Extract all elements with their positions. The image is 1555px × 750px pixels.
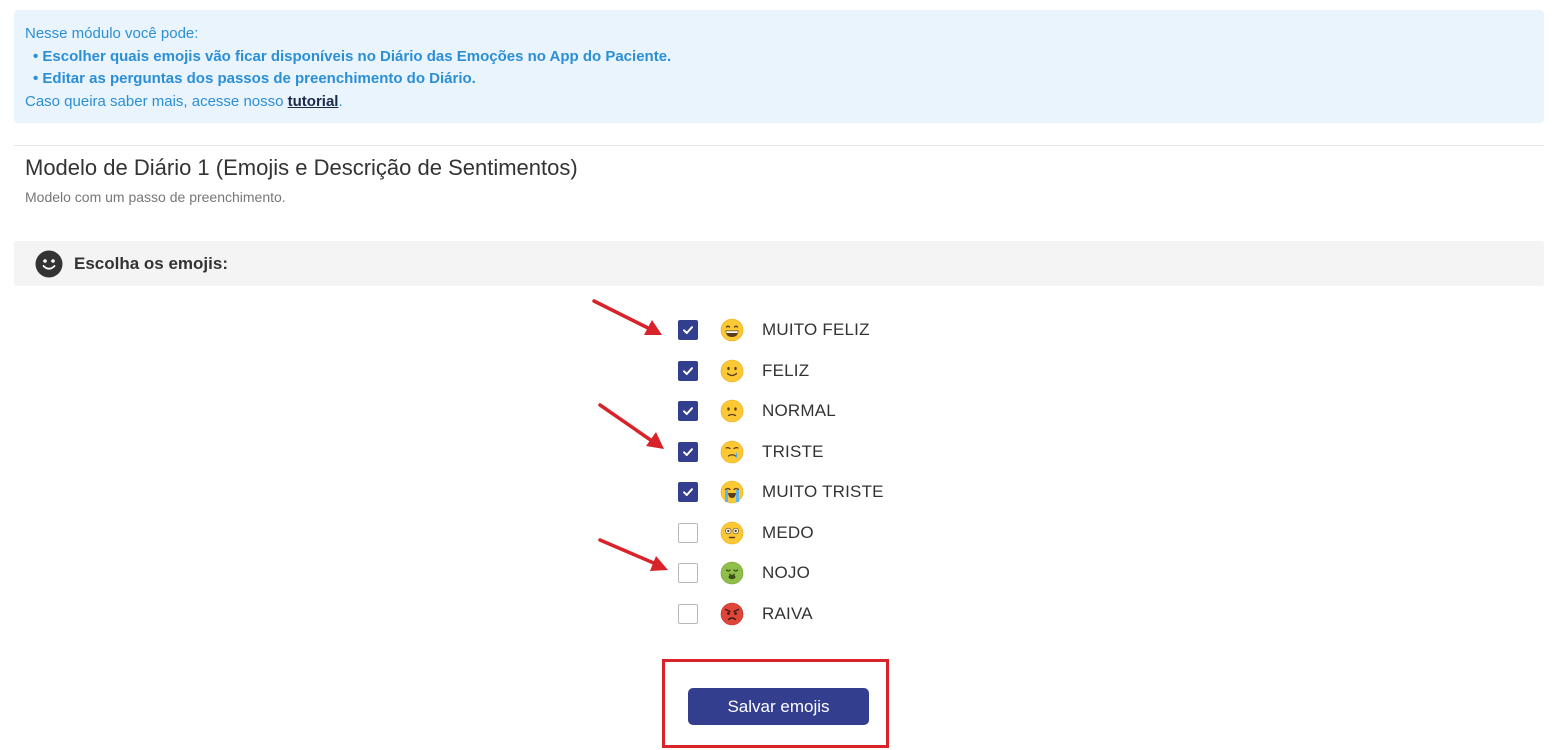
tutorial-link[interactable]: tutorial <box>288 93 339 110</box>
checkmark-icon <box>683 366 693 375</box>
loudly-crying-face-icon <box>720 480 744 504</box>
angry-face-icon <box>720 602 744 626</box>
emoji-row: MUITO TRISTE <box>678 472 884 513</box>
info-bullet: • Editar as perguntas dos passos de pree… <box>33 70 476 87</box>
info-bullet: • Escolher quais emojis vão ficar dispon… <box>33 47 672 65</box>
flushed-face-icon <box>720 521 744 545</box>
info-more: Caso queira saber mais, acesse nosso tut… <box>25 91 1533 114</box>
checkmark-icon <box>683 488 693 497</box>
annotation-arrow <box>592 299 662 335</box>
emoji-row: NOJO <box>678 553 884 594</box>
emoji-checkbox[interactable] <box>678 320 698 341</box>
emoji-checkbox[interactable] <box>678 441 698 462</box>
smiley-icon <box>35 250 63 277</box>
emoji-row: MEDO <box>678 513 884 554</box>
nauseated-face-icon <box>720 561 744 585</box>
emoji-label: MUITO FELIZ <box>762 320 870 340</box>
emoji-checkbox[interactable] <box>678 360 698 381</box>
emoji-label: FELIZ <box>762 360 810 380</box>
emoji-checkbox[interactable] <box>678 563 698 584</box>
info-more-prefix: Caso queira saber mais, acesse nosso <box>25 92 288 110</box>
emoji-section-header: Escolha os emojis: <box>14 241 1544 286</box>
section-title: Escolha os emojis: <box>74 253 228 273</box>
emoji-row: FELIZ <box>678 351 884 392</box>
emoji-label: TRISTE <box>762 441 824 461</box>
emoji-row: MUITO FELIZ <box>678 310 884 351</box>
emoji-checkbox[interactable] <box>678 603 698 624</box>
annotation-arrow <box>598 538 668 571</box>
checkmark-icon <box>683 326 693 335</box>
model-subtitle: Modelo com um passo de preenchimento. <box>25 189 286 205</box>
info-intro: Nesse módulo você pode: <box>25 25 199 42</box>
annotation-arrow <box>598 403 664 449</box>
slightly-smiling-face-icon <box>720 359 744 383</box>
emoji-row: RAIVA <box>678 594 884 635</box>
model-title: Modelo de Diário 1 (Emojis e Descrição d… <box>25 155 578 180</box>
crying-face-icon <box>720 440 744 464</box>
slightly-frowning-face-icon <box>720 399 744 423</box>
emoji-label: RAIVA <box>762 603 813 623</box>
emoji-row: NORMAL <box>678 391 884 432</box>
emoji-checkbox[interactable] <box>678 522 698 543</box>
emoji-label: MEDO <box>762 522 814 542</box>
emoji-list: MUITO FELIZ FELIZ NORMAL TRISTE MUITO TR… <box>678 310 884 634</box>
info-more-suffix: . <box>338 92 343 110</box>
checkmark-icon <box>683 407 693 416</box>
info-box: Nesse módulo você pode: • Escolher quais… <box>14 10 1544 123</box>
emoji-label: MUITO TRISTE <box>762 482 884 502</box>
emoji-checkbox[interactable] <box>678 401 698 422</box>
divider <box>14 145 1544 146</box>
emoji-label: NOJO <box>762 563 811 583</box>
save-emojis-button[interactable]: Salvar emojis <box>688 688 869 725</box>
emoji-checkbox[interactable] <box>678 482 698 503</box>
grinning-face-icon <box>720 318 744 342</box>
emoji-label: NORMAL <box>762 401 836 421</box>
emoji-row: TRISTE <box>678 432 884 473</box>
checkmark-icon <box>683 447 693 456</box>
